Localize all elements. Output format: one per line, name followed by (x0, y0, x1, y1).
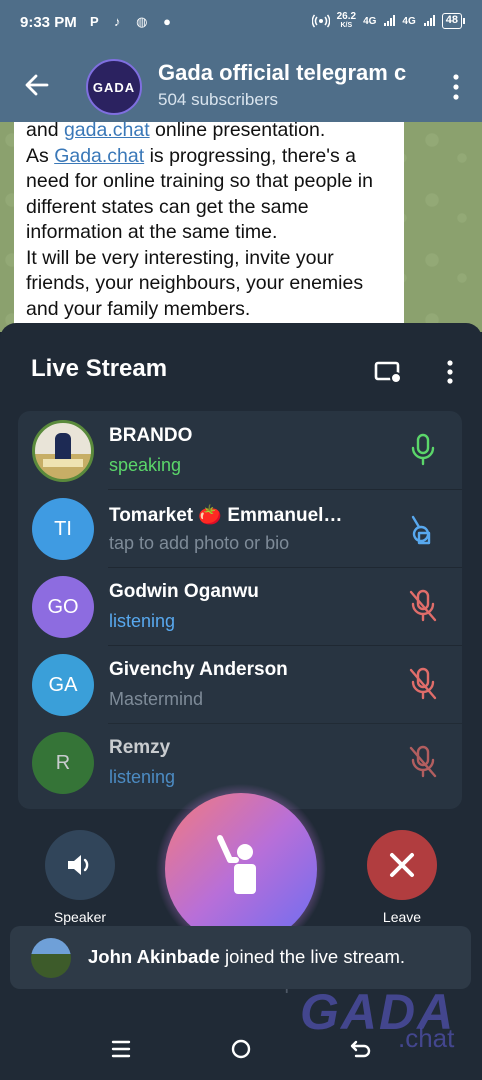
participant-status: speaking (109, 455, 182, 475)
channel-title[interactable]: Gada official telegram c (158, 60, 416, 86)
mic-muted-icon[interactable] (408, 589, 438, 623)
participant-name: Remzy (109, 737, 171, 758)
participant-row[interactable]: GO Godwin Oganwu listening (18, 567, 462, 645)
participant-name: Godwin Oganwu (109, 581, 259, 602)
participant-list[interactable]: BRANDO speaking TI Tomarket 🍅 Emmanuel… … (18, 411, 462, 809)
channel-header: GADA Gada official telegram c 504 subscr… (0, 48, 482, 122)
message-text: and (26, 122, 64, 141)
clock: 9:33 PM (20, 14, 77, 31)
join-toast: John Akinbade joined the live stream. (10, 926, 471, 989)
speed-unit: K/S (340, 22, 353, 29)
message-text: It will be very interesting, invite your… (26, 246, 364, 320)
participant-row[interactable]: BRANDO speaking (18, 411, 462, 489)
more-options-icon[interactable] (452, 72, 460, 102)
back-nav-icon[interactable] (348, 1036, 374, 1062)
chat-area: and gada.chat online presentation. As Ga… (0, 122, 482, 332)
toast-user: John Akinbade (88, 946, 220, 967)
speaker-label: Speaker (53, 909, 107, 925)
message-text: As (26, 144, 55, 167)
avatar: TI (32, 498, 94, 560)
channel-avatar[interactable]: GADA (86, 59, 142, 115)
signal-icon-2 (423, 15, 435, 26)
raise-hand-button[interactable] (165, 793, 317, 945)
live-stream-title: Live Stream (31, 355, 168, 382)
notification-icons: P ♪ ◍ ● (90, 14, 177, 29)
battery-indicator: 48 (441, 13, 466, 29)
participant-status: Mastermind (109, 689, 204, 709)
participant-name: Givenchy Anderson (109, 659, 288, 680)
participant-status: listening (109, 767, 176, 787)
avatar: R (32, 732, 94, 794)
network-4g-2: 4G (402, 15, 416, 27)
avatar (32, 420, 94, 482)
signal-icon (384, 15, 396, 26)
avatar (31, 938, 71, 978)
participant-name: Tomarket 🍅 Emmanuel… (109, 505, 343, 526)
participant-status: tap to add photo or bio (109, 533, 290, 553)
toast-text: joined the live stream. (219, 946, 406, 967)
participant-row[interactable]: GA Givenchy Anderson Mastermind (18, 645, 462, 723)
network-4g-1: 4G (363, 15, 377, 27)
avatar: GA (32, 654, 94, 716)
back-arrow-icon[interactable] (22, 70, 52, 100)
mic-muted-icon[interactable] (408, 745, 438, 779)
mic-active-icon[interactable] (408, 433, 438, 467)
hotspot-icon (311, 14, 330, 28)
status-right: 26.2 K/S 4G 4G 48 (311, 12, 466, 30)
system-nav-bar (0, 1016, 482, 1080)
participant-row[interactable]: TI Tomarket 🍅 Emmanuel… tap to add photo… (18, 489, 462, 567)
subscriber-count: 504 subscribers (158, 90, 279, 109)
network-speed: 26.2 K/S (337, 12, 356, 30)
recent-apps-icon[interactable] (108, 1036, 134, 1062)
participant-status: listening (109, 611, 176, 631)
avatar: GO (32, 576, 94, 638)
status-bar: 9:33 PM P ♪ ◍ ● 26.2 K/S 4G 4G 48 (0, 0, 482, 48)
raise-hand-icon (217, 835, 256, 894)
message-link[interactable]: Gada.chat (54, 145, 144, 167)
more-options-icon[interactable] (446, 359, 454, 385)
leave-button[interactable] (367, 830, 437, 900)
home-icon[interactable] (228, 1036, 254, 1062)
message-link[interactable]: gada.chat (64, 122, 150, 141)
toast-message: John Akinbade joined the live stream. (88, 946, 405, 968)
raise-hand-icon[interactable] (408, 511, 438, 545)
message-bubble: and gada.chat online presentation. As Ga… (14, 122, 404, 332)
message-text: online presentation. (149, 122, 326, 141)
speaker-icon (68, 855, 89, 875)
speed-value: 26.2 (336, 11, 357, 22)
mic-muted-icon[interactable] (408, 667, 438, 701)
speaker-button[interactable] (45, 830, 115, 900)
participant-name: BRANDO (109, 425, 193, 446)
leave-label: Leave (382, 909, 422, 925)
screen-cast-icon[interactable] (374, 359, 402, 385)
close-icon (390, 853, 414, 877)
